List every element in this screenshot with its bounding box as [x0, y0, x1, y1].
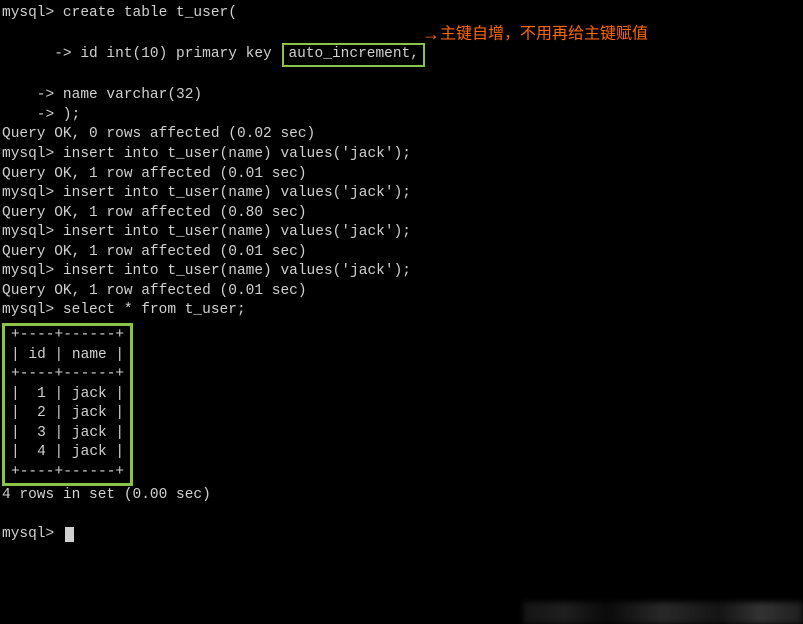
sql-line-id-col: -> id int(10) primary key auto_increment… [2, 24, 801, 87]
table-border-bottom: +----+------+ [5, 463, 130, 483]
result-rows-count: 4 rows in set (0.00 sec) [2, 486, 801, 506]
table-header: | id | name | [5, 346, 130, 366]
sql-line-create: mysql> create table t_user( [2, 4, 801, 24]
mysql-prompt[interactable]: mysql> [2, 525, 801, 545]
result-create: Query OK, 0 rows affected (0.02 sec) [2, 125, 801, 145]
table-border-mid: +----+------+ [5, 365, 130, 385]
blank-line [2, 505, 801, 525]
result-insert-1: Query OK, 1 row affected (0.01 sec) [2, 165, 801, 185]
sql-select: mysql> select * from t_user; [2, 301, 801, 321]
table-row: | 4 | jack | [5, 443, 130, 463]
table-row: | 3 | jack | [5, 424, 130, 444]
arrow-icon: → [422, 22, 440, 46]
sql-insert-3: mysql> insert into t_user(name) values('… [2, 223, 801, 243]
sql-insert-1: mysql> insert into t_user(name) values('… [2, 145, 801, 165]
annotation-text: 主键自增，不用再给主键赋值 [440, 25, 648, 42]
result-insert-2: Query OK, 1 row affected (0.80 sec) [2, 204, 801, 224]
cursor-icon [65, 527, 74, 542]
result-table-box: +----+------+ | id | name | +----+------… [2, 323, 133, 486]
sql-insert-4: mysql> insert into t_user(name) values('… [2, 262, 801, 282]
sql-line-name-col: -> name varchar(32) [2, 86, 801, 106]
result-insert-3: Query OK, 1 row affected (0.01 sec) [2, 243, 801, 263]
watermark-blur [523, 602, 803, 624]
sql-insert-2: mysql> insert into t_user(name) values('… [2, 184, 801, 204]
highlight-auto-increment: auto_increment, [282, 43, 425, 67]
annotation-primary-key: →主键自增，不用再给主键赋值 [422, 22, 648, 46]
sql-line-close: -> ); [2, 106, 801, 126]
table-row: | 2 | jack | [5, 404, 130, 424]
table-border-top: +----+------+ [5, 326, 130, 346]
table-row: | 1 | jack | [5, 385, 130, 405]
result-insert-4: Query OK, 1 row affected (0.01 sec) [2, 282, 801, 302]
